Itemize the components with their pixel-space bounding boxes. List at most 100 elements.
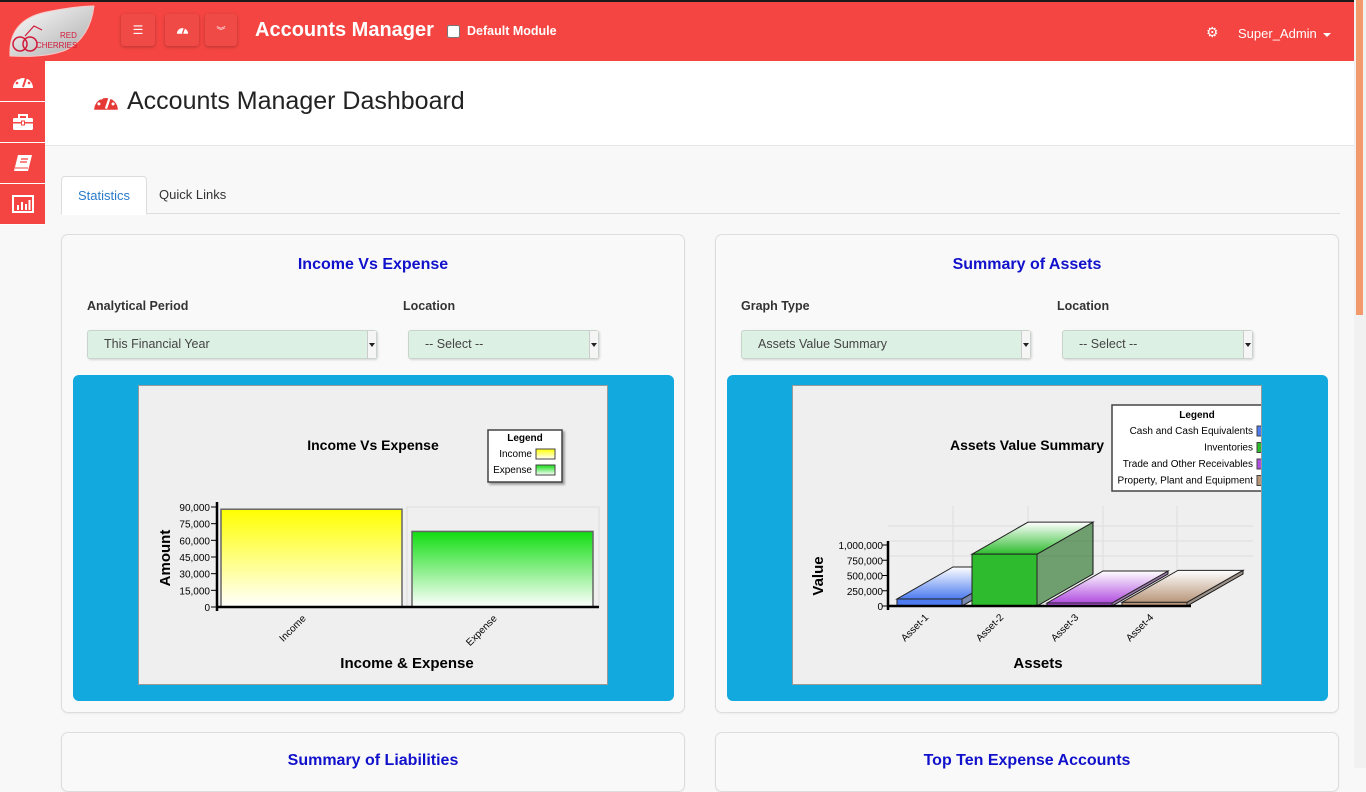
y-tick-label: 750,000 [847,556,884,567]
analytical-period-select[interactable]: This Financial Year [87,330,377,359]
sidebar-item-ledger[interactable] [0,143,45,184]
chart-title: Income Vs Expense [307,437,439,453]
y-tick-label: 30,000 [179,570,210,581]
user-name: Super_Admin [1238,26,1317,41]
y-tick-label: 45,000 [179,553,210,564]
panel-title: Summary of Assets [952,256,1102,273]
default-module-label: Default Module [467,24,557,38]
legend-entry: Trade and Other Receivables [1123,459,1253,470]
sidebar-item-dashboard[interactable] [0,61,45,102]
legend-entry: Expense [493,465,532,476]
y-tick-label: 75,000 [179,520,210,531]
y-tick-label: 0 [204,603,210,614]
y-tick-label: 15,000 [179,586,210,597]
module-dropdown-button[interactable]: ︾ [205,14,237,46]
chart-container: 0 250,000 500,000 750,000 1,000,000 Asset-1 As… [727,375,1328,701]
chart-container: 0 15,000 30,000 45,000 60,000 75,000 90,000 Inc… [73,375,674,701]
assets-value-chart: 0 250,000 500,000 750,000 1,000,000 Asset-1 As… [792,385,1262,685]
logo-text-cherries: CHERRIES [36,41,77,50]
legend-title: Legend [507,433,543,444]
location-label: Location [1057,299,1110,313]
legend-swatch [1256,458,1261,470]
top-expense-panel: Top Ten Expense Accounts [715,732,1339,792]
user-menu[interactable]: Super_Admin [1238,26,1331,41]
location-value: -- Select -- [1079,337,1138,351]
default-module-toggle[interactable]: Default Module [447,24,557,38]
graph-type-label: Graph Type [741,299,810,313]
page-scrollbar[interactable] [1354,0,1366,768]
scrollbar-thumb[interactable] [1356,0,1363,315]
income-expense-chart: 0 15,000 30,000 45,000 60,000 75,000 90,000 Inc… [138,385,608,685]
page-header: Accounts Manager Dashboard [45,61,1354,146]
assets-value-chart-svg: 0 250,000 500,000 750,000 1,000,000 Asset-1 As… [810,404,1261,672]
location-label: Location [403,299,456,313]
caret-down-icon [1322,32,1331,37]
sidebar-item-reports[interactable] [0,184,45,225]
x-tick-label: Expense [464,613,500,649]
menu-toggle-button[interactable]: ☰ [121,14,155,46]
y-axis-label: Amount [157,530,174,587]
red-cherries-logo[interactable]: RED CHERRIES [6,4,96,58]
tab-quick-links[interactable]: Quick Links [143,176,242,215]
tachometer-icon [176,27,188,34]
legend-swatch [1256,442,1261,453]
graph-type-value: Assets Value Summary [758,337,887,351]
panel-title: Summary of Liabilities [287,752,459,769]
default-module-checkbox[interactable] [447,24,460,38]
app-title: Accounts Manager [255,19,434,41]
x-tick-label: Asset-4 [1124,612,1156,644]
location-select[interactable]: -- Select -- [1062,330,1253,359]
income-expense-panel: Income Vs Expense Analytical Period Loca… [61,234,685,713]
sidebar-item-business[interactable] [0,102,45,143]
x-tick-label: Asset-3 [1049,612,1081,644]
panel-title: Top Ten Expense Accounts [923,752,1131,769]
select-arrow-icon [367,331,376,358]
select-arrow-icon [1021,331,1030,358]
top-navbar: RED CHERRIES ☰ ︾ Accounts Manager Defaul… [0,0,1356,61]
x-axis-label: Assets [1013,655,1062,672]
select-arrow-icon [1243,331,1252,358]
bar-expense [411,530,594,608]
gear-icon[interactable]: ⚙ [1206,24,1219,41]
liabilities-panel: Summary of Liabilities [61,732,685,792]
y-tick-label: 500,000 [847,572,884,583]
y-tick-label: 250,000 [847,587,884,598]
graph-type-select[interactable]: Assets Value Summary [741,330,1031,359]
dashboard-button[interactable] [165,14,199,46]
legend-swatch [1256,425,1261,437]
y-tick-label: 0 [877,602,883,613]
bar-asset-2 [971,553,1038,607]
tab-statistics[interactable]: Statistics [61,176,148,215]
bar-income [220,508,403,608]
y-tick-label: 1,000,000 [839,541,884,552]
select-arrow-icon [589,331,598,358]
legend-entry: Income [499,449,532,460]
legend-swatch [535,448,556,460]
y-tick-label: 60,000 [179,536,210,547]
legend-entry: Property, Plant and Equipment [1118,476,1254,487]
sidebar [0,61,45,225]
legend-entry: Inventories [1204,443,1253,454]
y-tick-label: 90,000 [179,503,210,514]
logo-text-red: RED [60,31,77,40]
x-tick-label: Income [278,613,309,644]
assets-panel: Summary of Assets Graph Type Location As… [715,234,1339,713]
tachometer-icon [12,75,33,88]
legend-swatch [1256,475,1261,486]
legend-title: Legend [1179,410,1215,421]
legend-swatch [535,464,556,476]
x-tick-label: Asset-1 [899,612,931,644]
location-select[interactable]: -- Select -- [408,330,599,359]
tachometer-icon [94,94,118,110]
panel-title: Income Vs Expense [297,256,449,273]
chart-title: Assets Value Summary [950,437,1104,453]
hamburger-icon: ☰ [132,23,144,37]
page-title: Accounts Manager Dashboard [127,87,465,115]
briefcase-icon [12,113,33,130]
income-expense-chart-svg: 0 15,000 30,000 45,000 60,000 75,000 90,000 Inc… [157,429,600,672]
x-axis-label: Income & Expense [340,655,473,672]
dashboard-tabs: Statistics Quick Links [61,176,1340,215]
bar-chart-icon [11,195,34,213]
location-value: -- Select -- [425,337,484,351]
legend-entry: Cash and Cash Equivalents [1130,426,1253,437]
